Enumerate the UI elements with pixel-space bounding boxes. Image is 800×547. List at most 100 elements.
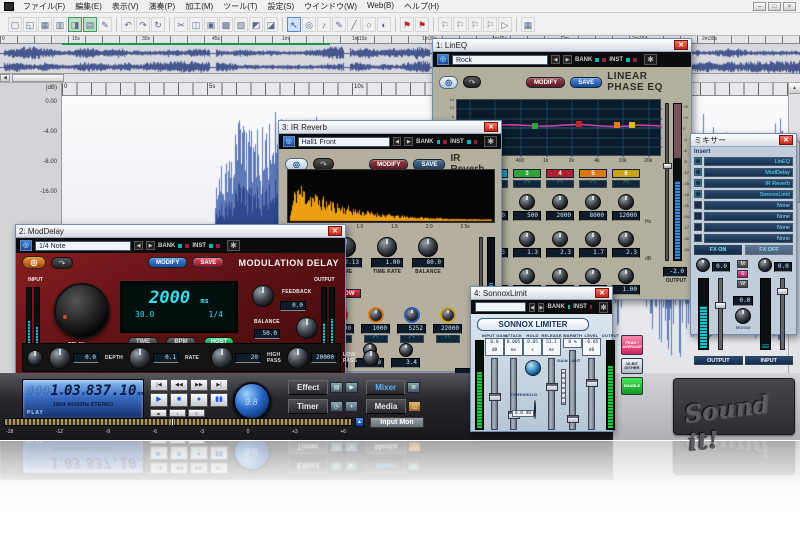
erase-icon[interactable]: ▧ xyxy=(234,17,248,32)
output-pan-knob[interactable] xyxy=(696,258,710,272)
mixer-titlebar[interactable]: ミキサー ✕ xyxy=(691,134,796,147)
edit-note-icon[interactable]: ✎ xyxy=(98,17,112,32)
close-icon[interactable]: ✕ xyxy=(674,40,688,50)
fx-on-button[interactable]: FX ON xyxy=(694,245,742,255)
restore-icon[interactable]: □ xyxy=(768,2,781,11)
enable-button[interactable]: ENABLE xyxy=(621,377,643,395)
gain-knob[interactable] xyxy=(519,231,535,247)
band-button[interactable]: 5 xyxy=(579,169,607,178)
power-button[interactable]: ◎ xyxy=(22,256,46,269)
prev-preset-icon[interactable]: ◀ xyxy=(529,303,535,312)
gear-icon[interactable]: ✱ xyxy=(599,302,608,313)
transport-nav-button[interactable]: |◀ xyxy=(150,379,168,391)
peak-average-button[interactable]: PEAK / AVERAGE xyxy=(621,335,643,355)
pencil-tool-icon[interactable]: ✎ xyxy=(332,17,346,32)
close-icon[interactable]: × xyxy=(783,2,796,11)
media-button[interactable]: Media xyxy=(366,399,407,414)
ir-gain-knob[interactable] xyxy=(399,343,413,357)
transport-extra-button[interactable]: ▪ xyxy=(169,409,186,417)
effect-button[interactable]: Effect xyxy=(288,380,328,395)
slot-power-icon[interactable] xyxy=(694,179,702,187)
insert-slot[interactable]: None xyxy=(694,233,793,243)
jog-wheel[interactable]: 9.8 xyxy=(233,382,271,420)
slot-power-icon[interactable] xyxy=(694,212,702,220)
band-button[interactable]: 4 xyxy=(546,169,574,178)
cut-icon[interactable]: ✂ xyxy=(174,17,188,32)
reverb-knob[interactable] xyxy=(377,237,397,257)
highpass-knob[interactable] xyxy=(211,347,233,369)
next-preset-icon[interactable]: ▶ xyxy=(146,241,155,250)
freq-knob[interactable] xyxy=(519,194,535,210)
plugin-power-icon[interactable]: ◎ xyxy=(283,136,295,147)
band-shape-icon[interactable]: ◠ xyxy=(612,180,640,188)
lineq-titlebar[interactable]: 1: LinEQ ✕ xyxy=(433,39,691,52)
write-button[interactable]: W xyxy=(737,280,748,288)
menu-item[interactable]: ファイル(F) xyxy=(18,1,70,12)
freq-knob[interactable] xyxy=(552,194,568,210)
prev-preset-icon[interactable]: ◀ xyxy=(134,241,143,250)
modify-button[interactable]: MODIFY xyxy=(148,257,187,268)
menu-item[interactable]: 編集(E) xyxy=(70,1,107,12)
save-button[interactable]: SAVE xyxy=(192,257,224,268)
insert-slot[interactable]: None xyxy=(694,211,793,221)
insert-slot[interactable]: SonnoxLimit xyxy=(694,189,793,199)
menu-item[interactable]: ヘルプ(H) xyxy=(399,1,444,12)
lowpass-knob[interactable] xyxy=(287,347,309,369)
output-fader-track[interactable] xyxy=(718,278,723,350)
new-file-icon[interactable]: ▢ xyxy=(8,17,22,32)
freq-knob[interactable] xyxy=(618,194,634,210)
ir-eq-knob[interactable] xyxy=(440,307,456,323)
curve-tool-icon[interactable]: ○ xyxy=(362,17,376,32)
ir-eq-knob[interactable] xyxy=(404,307,420,323)
transport-nav-button[interactable]: ▶▶ xyxy=(190,379,208,391)
menu-item[interactable]: 加工(M) xyxy=(180,1,218,12)
gain-knob[interactable] xyxy=(585,231,601,247)
input-mon-button[interactable]: Input Mon xyxy=(370,417,424,428)
marker-add-icon[interactable]: ⚐ xyxy=(468,17,482,32)
modify-button[interactable]: MODIFY xyxy=(369,159,408,170)
slot-power-icon[interactable] xyxy=(694,201,702,209)
gain-knob[interactable] xyxy=(618,231,634,247)
marker-prev-icon[interactable]: ⚐ xyxy=(438,17,452,32)
input-pan-knob[interactable] xyxy=(758,258,772,272)
band-shape-icon[interactable]: ◠ xyxy=(546,180,574,188)
marker-next-icon[interactable]: ⚐ xyxy=(453,17,467,32)
input-fader-handle[interactable] xyxy=(777,288,788,295)
gear-icon[interactable]: ✱ xyxy=(227,240,240,251)
mute-button[interactable]: M xyxy=(737,260,748,268)
timer-button[interactable]: Timer xyxy=(288,399,328,414)
preset-field[interactable] xyxy=(475,302,526,312)
paste-icon[interactable]: ▣ xyxy=(204,17,218,32)
menu-item[interactable]: ツール(T) xyxy=(218,1,262,12)
insert-slot[interactable]: LinEQ xyxy=(694,156,793,166)
power-button[interactable]: ◎ xyxy=(439,76,458,89)
undo-icon[interactable]: ↶ xyxy=(121,17,135,32)
insert-slot[interactable]: None xyxy=(694,222,793,232)
zoom-tool-icon[interactable]: ◎ xyxy=(302,17,316,32)
close-icon[interactable]: ✕ xyxy=(328,226,342,236)
transport-nav-button[interactable]: ◀◀ xyxy=(170,379,188,391)
grid-view-icon[interactable]: ▦ xyxy=(521,17,535,32)
gear-icon[interactable]: ✱ xyxy=(644,54,657,65)
band-button[interactable]: 3 xyxy=(513,169,541,178)
flag-start-icon[interactable]: ⚑ xyxy=(400,17,414,32)
slider-lock-icon[interactable]: ▲ xyxy=(355,417,364,427)
output-fader-track[interactable] xyxy=(665,103,669,261)
preset-field[interactable]: 1/4 Note xyxy=(35,241,131,251)
menu-item[interactable]: ウインドウ(W) xyxy=(299,1,362,12)
freq-knob[interactable] xyxy=(585,194,601,210)
band-shape-icon[interactable]: ◠ xyxy=(513,180,541,188)
repeat-icon[interactable]: ↻ xyxy=(151,17,165,32)
redo-icon[interactable]: ↷ xyxy=(136,17,150,32)
reverb-knob[interactable] xyxy=(418,237,438,257)
open-file-icon[interactable]: ◱ xyxy=(23,17,37,32)
modify-button[interactable]: MODIFY xyxy=(526,77,565,88)
menu-item[interactable]: 表示(V) xyxy=(107,1,144,12)
plugin-power-icon[interactable]: ◎ xyxy=(20,240,32,251)
bypass-button[interactable]: ↷ xyxy=(463,76,481,88)
slider-thumb[interactable] xyxy=(171,418,174,426)
scrollbar-thumb[interactable] xyxy=(12,74,64,82)
insert-silence-icon[interactable]: ◪ xyxy=(264,17,278,32)
monitor-knob[interactable] xyxy=(735,308,751,324)
trim-icon[interactable]: ◩ xyxy=(249,17,263,32)
